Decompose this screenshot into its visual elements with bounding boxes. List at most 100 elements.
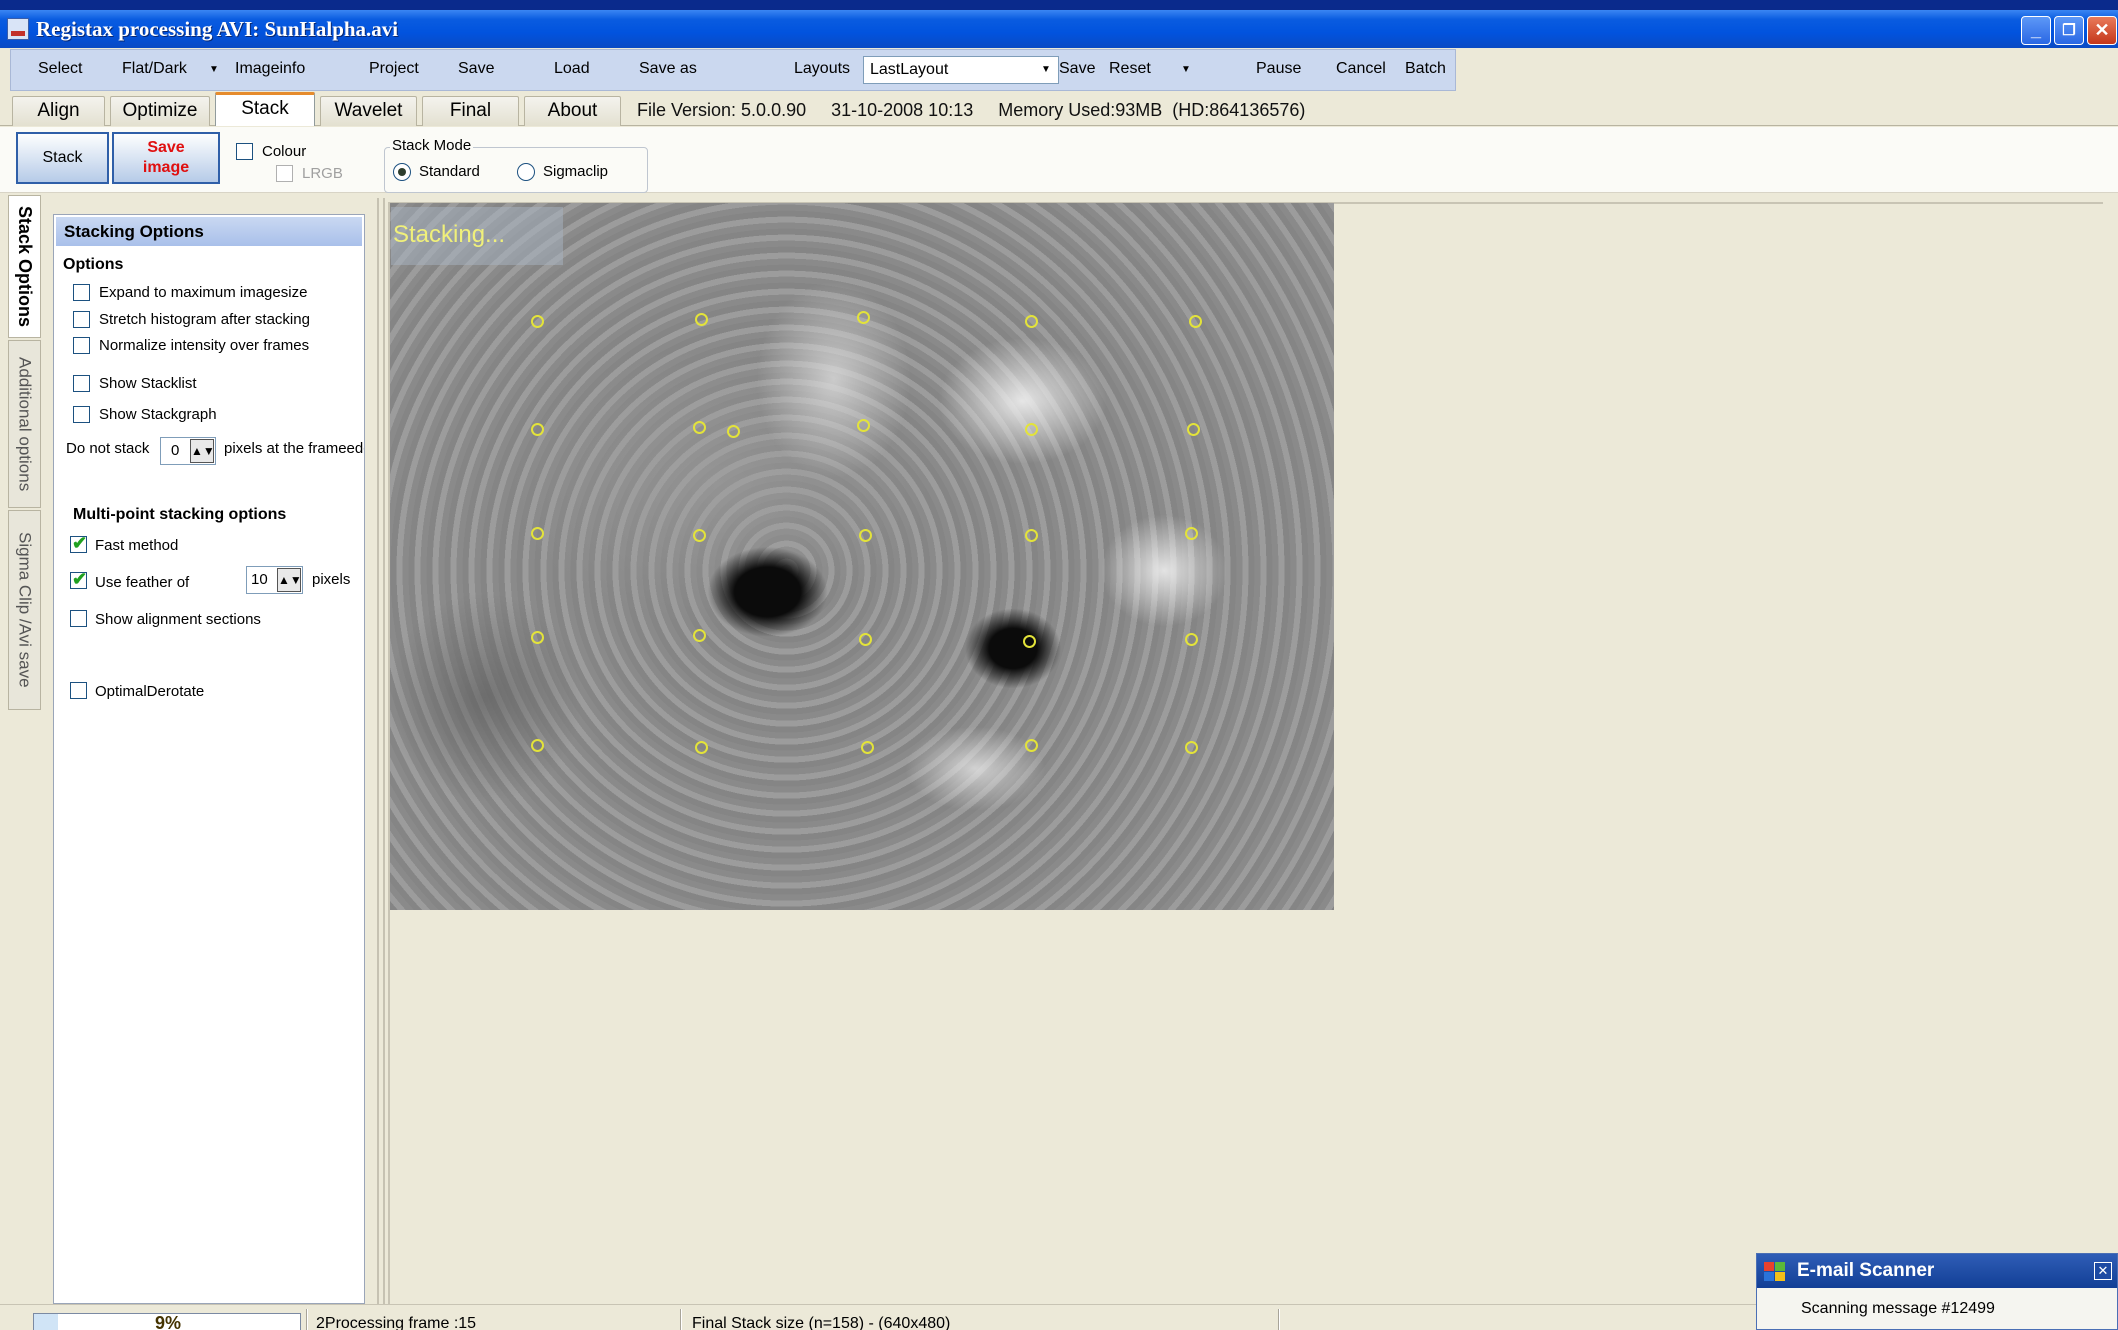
colour-checkbox[interactable] — [236, 143, 253, 160]
alignment-point-marker[interactable] — [531, 631, 544, 644]
processing-status: 2Processing frame :15 — [316, 1315, 477, 1330]
stacking-overlay: Stacking... — [391, 207, 563, 265]
normalize-checkbox[interactable] — [73, 337, 90, 354]
minimize-button[interactable]: _ — [2021, 16, 2051, 45]
save-image-label-line2: image — [142, 159, 190, 176]
alignment-point-marker[interactable] — [693, 421, 706, 434]
menu-select[interactable]: Select — [38, 60, 82, 78]
alignment-point-marker[interactable] — [531, 315, 544, 328]
side-tab-sigma-clip[interactable]: Sigma Clip /Avi save — [8, 510, 41, 710]
alignment-point-marker[interactable] — [1185, 633, 1198, 646]
solar-halpha-image[interactable] — [390, 203, 1334, 910]
menu-save-as[interactable]: Save as — [639, 60, 697, 78]
alignment-point-marker[interactable] — [1187, 423, 1200, 436]
alignment-point-marker[interactable] — [695, 313, 708, 326]
close-icon[interactable]: ✕ — [2094, 1262, 2112, 1280]
pause-button[interactable]: Pause — [1256, 60, 1301, 78]
alignment-point-marker[interactable] — [857, 311, 870, 324]
lrgb-checkbox[interactable] — [276, 165, 293, 182]
menu-save[interactable]: Save — [458, 60, 494, 78]
reset-button[interactable]: Reset — [1109, 60, 1151, 78]
stack-button[interactable]: Stack — [16, 132, 109, 184]
fast-method-label: Fast method — [95, 537, 179, 554]
alignment-point-marker[interactable] — [1025, 529, 1038, 542]
chevron-down-icon[interactable]: ▼ — [1035, 58, 1057, 82]
alignment-point-marker[interactable] — [1025, 739, 1038, 752]
alignment-point-marker[interactable] — [1185, 527, 1198, 540]
alignment-point-marker[interactable] — [693, 629, 706, 642]
tab-about[interactable]: About — [524, 96, 621, 126]
cancel-button[interactable]: Cancel — [1336, 60, 1386, 78]
panel-title: Stacking Options — [56, 217, 362, 246]
layout-value: LastLayout — [870, 61, 949, 78]
stepper-arrows-icon[interactable]: ▲▼ — [277, 568, 302, 592]
layout-combobox[interactable]: LastLayout ▼ — [863, 56, 1059, 84]
alignment-point-marker[interactable] — [695, 741, 708, 754]
use-feather-checkbox[interactable] — [70, 569, 87, 590]
alignment-point-marker[interactable] — [859, 529, 872, 542]
show-stacklist-checkbox[interactable] — [73, 375, 90, 392]
alignment-point-marker[interactable] — [1023, 635, 1036, 648]
file-info-text: File Version: 5.0.0.90 31-10-2008 10:13 … — [637, 100, 1306, 120]
email-scanner-popup[interactable]: E-mail Scanner ✕ Scanning message #12499 — [1756, 1253, 2118, 1330]
stretch-checkbox[interactable] — [73, 311, 90, 328]
menu-load[interactable]: Load — [554, 60, 590, 78]
stack-mode-group: Stack Mode Standard Sigmaclip — [384, 137, 648, 193]
restore-button[interactable]: ❐ — [2054, 16, 2084, 45]
alignment-point-marker[interactable] — [727, 425, 740, 438]
expand-checkbox[interactable] — [73, 284, 90, 301]
sigmaclip-radio[interactable] — [517, 163, 535, 181]
feather-stepper[interactable]: 10 ▲▼ — [246, 566, 303, 594]
standard-label: Standard — [419, 163, 480, 180]
show-alignment-checkbox[interactable] — [70, 610, 87, 627]
do-not-stack-value: 0 — [171, 442, 180, 459]
stepper-arrows-icon[interactable]: ▲▼ — [190, 439, 215, 463]
side-tab-additional-options[interactable]: Additional options — [8, 340, 41, 508]
save-image-label-line1: Save — [147, 139, 185, 156]
title-bar[interactable]: Registax processing AVI: SunHalpha.avi _… — [0, 10, 2118, 48]
alignment-point-marker[interactable] — [531, 527, 544, 540]
side-tabs: Stack Options Additional options Sigma C… — [8, 195, 41, 715]
alignment-point-marker[interactable] — [861, 741, 874, 754]
alignment-point-marker[interactable] — [1189, 315, 1202, 328]
alignment-point-marker[interactable] — [1025, 315, 1038, 328]
expand-label: Expand to maximum imagesize — [99, 284, 308, 301]
stacking-options-panel: Stacking Options Options Expand to maxim… — [53, 214, 365, 1304]
save-image-button[interactable]: Save image — [112, 132, 220, 184]
alignment-point-marker[interactable] — [1025, 423, 1038, 436]
layout-save-button[interactable]: Save — [1059, 60, 1095, 78]
alignment-point-marker[interactable] — [531, 423, 544, 436]
tab-stack[interactable]: Stack — [215, 92, 315, 126]
stretch-label: Stretch histogram after stacking — [99, 311, 310, 328]
tab-align[interactable]: Align — [12, 96, 105, 126]
alignment-point-marker[interactable] — [693, 529, 706, 542]
menu-project[interactable]: Project — [369, 60, 419, 78]
reset-dropdown-icon[interactable]: ▼ — [1181, 64, 1191, 75]
menu-imageinfo[interactable]: Imageinfo — [235, 60, 305, 78]
tab-optimize[interactable]: Optimize — [110, 96, 210, 126]
show-stackgraph-checkbox[interactable] — [73, 406, 90, 423]
standard-radio[interactable] — [393, 163, 411, 181]
stack-button-label: Stack — [42, 149, 83, 166]
alignment-point-marker[interactable] — [1185, 741, 1198, 754]
fast-method-checkbox[interactable] — [70, 533, 87, 554]
antivirus-icon — [1764, 1262, 1785, 1281]
do-not-stack-stepper[interactable]: 0 ▲▼ — [160, 437, 216, 465]
panel-splitter[interactable] — [377, 198, 385, 1304]
do-not-stack-label: Do not stack — [66, 440, 150, 457]
tab-wavelet[interactable]: Wavelet — [320, 96, 417, 126]
close-button[interactable]: ✕ — [2087, 16, 2117, 45]
show-stackgraph-label: Show Stackgraph — [99, 406, 217, 423]
menu-flat-dark[interactable]: Flat/Dark — [122, 60, 187, 78]
status-separator — [680, 1309, 682, 1330]
optimal-derotate-checkbox[interactable] — [70, 682, 87, 699]
window-title: Registax processing AVI: SunHalpha.avi — [36, 17, 399, 41]
alignment-point-marker[interactable] — [857, 419, 870, 432]
side-tab-stack-options[interactable]: Stack Options — [8, 195, 41, 338]
scanning-message: Scanning message #12499 — [1801, 1300, 1995, 1317]
alignment-point-marker[interactable] — [531, 739, 544, 752]
tab-final[interactable]: Final — [422, 96, 519, 126]
flat-dark-dropdown-icon[interactable]: ▼ — [209, 64, 219, 75]
batch-button[interactable]: Batch — [1405, 60, 1446, 78]
alignment-point-marker[interactable] — [859, 633, 872, 646]
